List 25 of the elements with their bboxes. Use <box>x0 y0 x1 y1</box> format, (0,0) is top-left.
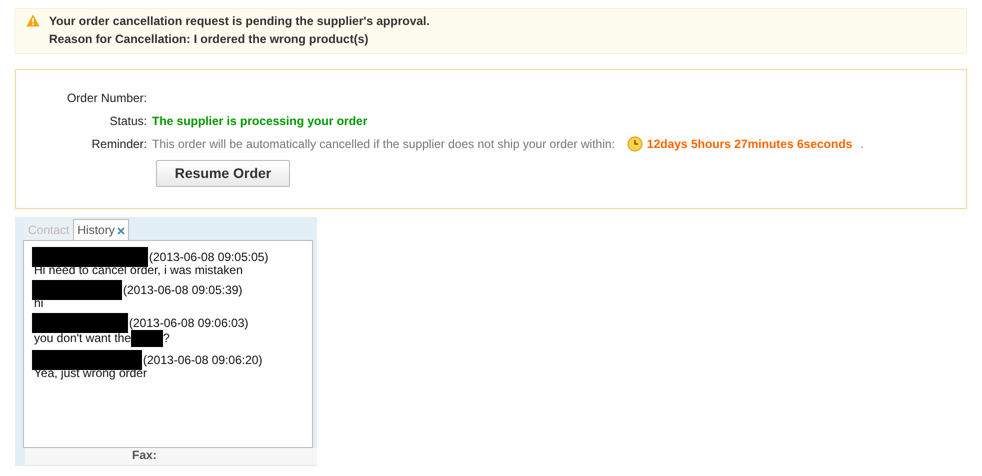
field-label: Status: <box>108 112 148 130</box>
status-text: The supplier is processing your order <box>152 112 368 130</box>
warning-icon <box>26 14 40 27</box>
message-time: (2013-06-08 09:06:03) <box>129 317 248 330</box>
message-time: (2013-06-08 09:05:05) <box>149 251 268 264</box>
resume-order-button[interactable]: Resume Order <box>156 160 290 187</box>
countdown-text: 12days 5hours 27minutes 6seconds <box>646 136 852 152</box>
clock-icon <box>626 136 643 152</box>
message-text: ? <box>163 332 170 345</box>
message-text: you don't want the <box>34 332 132 345</box>
redaction-bar <box>131 330 164 347</box>
period-text: . <box>860 136 864 152</box>
message-text: Hi need to cancel order, i was mistaken <box>34 264 243 277</box>
message-time: (2013-06-08 09:06:20) <box>143 354 262 367</box>
reminder-text: This order will be automatically cancelled if the supplier does not ship your order within: <box>152 136 615 152</box>
fax-label: Fax: <box>132 448 157 462</box>
chat-tab[interactable]: History <box>73 219 129 240</box>
cancellation-reason: Reason for Cancellation: I ordered the wrong product(s) <box>49 31 370 48</box>
message-text: Yea, just wrong order <box>34 367 147 380</box>
field-label: Order Number: <box>66 90 148 106</box>
notice-title: Your order cancellation request is pending the supplier's approval. <box>49 13 430 30</box>
message-text: hi <box>34 297 44 310</box>
field-label: Reminder: <box>90 136 148 152</box>
close-icon[interactable] <box>116 227 125 235</box>
message-time: (2013-06-08 09:05:39) <box>123 284 242 297</box>
